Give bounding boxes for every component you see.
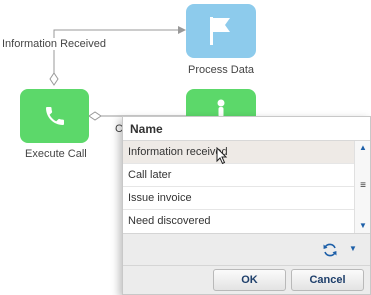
list-item[interactable]: Call later [123,164,354,187]
chevron-down-icon[interactable]: ▼ [348,244,358,256]
grid-toolbar: ▼ [123,233,370,265]
phone-icon [45,107,64,125]
scroll-down-arrow-icon[interactable]: ▼ [355,219,371,233]
popup-footer: OK Cancel [123,265,370,294]
list-item-label: Information received [128,146,228,158]
connector-start-diamond [88,111,102,121]
execute-call-node[interactable] [20,89,89,143]
ok-button[interactable]: OK [213,269,286,291]
lookup-popup[interactable]: Name Information received Call later Iss… [122,116,371,295]
scroll-thumb[interactable]: ≡ [357,155,369,217]
refresh-icon[interactable] [322,242,338,258]
connector-label-information-received: Information Received [2,38,106,50]
user-icon [217,99,225,117]
process-data-node[interactable] [186,4,256,58]
lookup-list: Information received Call later Issue in… [123,141,354,233]
process-data-label: Process Data [188,64,255,76]
list-item[interactable]: Issue invoice [123,187,354,210]
mouse-cursor-icon [216,147,228,165]
list-item-label: Issue invoice [128,192,192,204]
list-item-label: Need discovered [128,215,211,227]
cancel-button[interactable]: Cancel [291,269,364,291]
flag-icon [210,17,230,45]
list-item[interactable]: Need discovered [123,210,354,233]
connector-arrowhead [178,26,186,34]
column-header-name[interactable]: Name [123,117,370,141]
execute-call-label: Execute Call [25,148,87,160]
scroll-up-arrow-icon[interactable]: ▲ [355,141,371,155]
list-item-label: Call later [128,169,172,181]
connector-start-diamond [49,72,59,86]
vertical-scrollbar[interactable]: ▲ ≡ ▼ [354,141,370,233]
list-item-selected[interactable]: Information received [123,141,354,164]
